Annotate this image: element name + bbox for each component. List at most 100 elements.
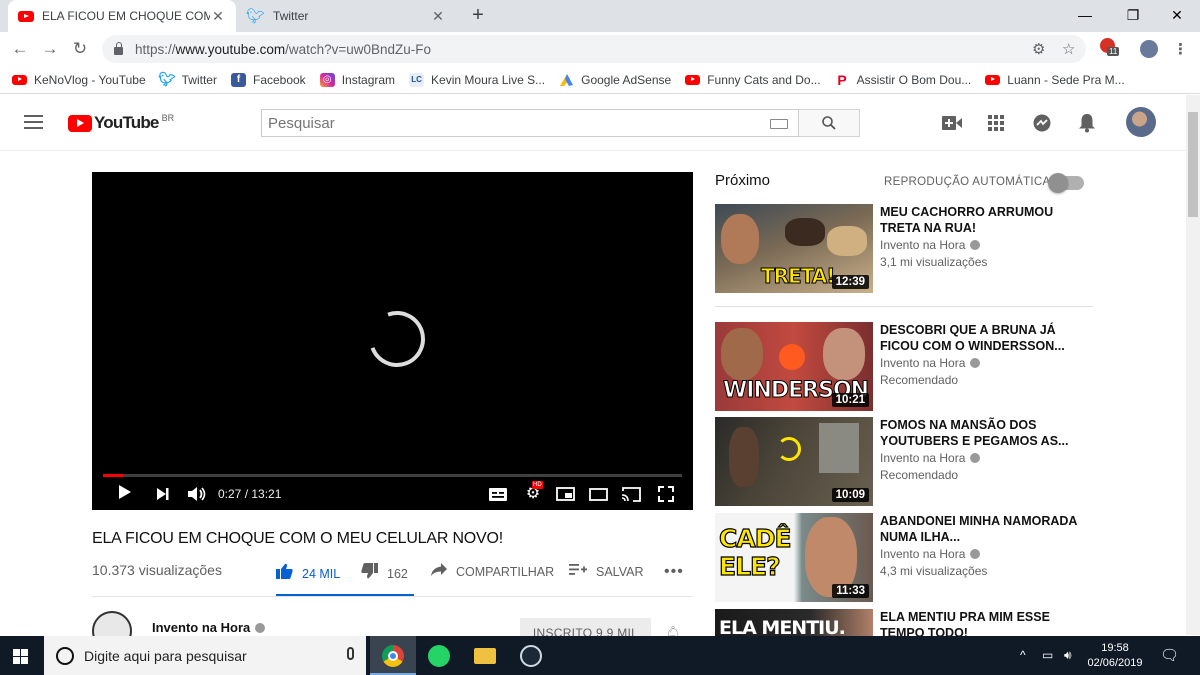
- dislike-button[interactable]: 162: [361, 563, 408, 584]
- search-input[interactable]: Pesquisar: [261, 109, 799, 137]
- recommended-channel: Invento na Hora: [880, 238, 981, 252]
- hamburger-menu-icon[interactable]: [24, 115, 43, 129]
- taskbar-steam[interactable]: [508, 636, 554, 675]
- forward-arrow-icon[interactable]: →: [38, 38, 62, 60]
- recommended-meta: 4,3 mi visualizações: [880, 564, 988, 578]
- video-thumbnail[interactable]: ELA MENTIU.: [715, 609, 873, 636]
- taskbar-chrome[interactable]: [370, 636, 416, 675]
- bookmark-google-adsense[interactable]: Google AdSense: [559, 73, 671, 87]
- close-window-button[interactable]: ✕: [1154, 0, 1200, 30]
- notifications-bell-icon[interactable]: [1076, 112, 1098, 134]
- microphone-icon[interactable]: [347, 647, 354, 660]
- video-title: ELA FICOU EM CHOQUE COM O MEU CELULAR NO…: [92, 530, 504, 547]
- search-icon: [822, 116, 836, 130]
- seek-bar-played: [103, 474, 123, 477]
- new-tab-button[interactable]: +: [466, 4, 490, 27]
- bookmark-facebook[interactable]: f Facebook: [230, 72, 306, 87]
- recommended-video[interactable]: ELA MENTIU. ELA MENTIU PRA MIM ESSE TEMP…: [715, 609, 1095, 636]
- profile-avatar[interactable]: [1140, 40, 1158, 58]
- show-hidden-icons-icon[interactable]: ^: [1020, 636, 1026, 675]
- youtube-masthead: YouTube BR Pesquisar: [0, 95, 1186, 151]
- bookmark-kenovlog[interactable]: KeNoVlog - YouTube: [12, 73, 146, 87]
- recommended-meta: Recomendado: [880, 373, 959, 387]
- recommended-title: DESCOBRI QUE A BRUNA JÁ FICOU COM O WIND…: [880, 323, 1065, 353]
- volume-icon[interactable]: 🔊︎: [1064, 636, 1072, 675]
- video-player[interactable]: 0:27 / 13:21 ⚙ HD: [92, 172, 693, 510]
- network-icon[interactable]: ▭: [1042, 636, 1053, 675]
- recommended-video[interactable]: TRETA! 12:39 MEU CACHORRO ARRUMOU TRETA …: [715, 204, 1095, 294]
- play-button[interactable]: [116, 484, 134, 504]
- recommended-video[interactable]: CADÊ ELE? 11:33 ABANDONEI MINHA NAMORADA…: [715, 513, 1095, 603]
- autoplay-toggle[interactable]: [1048, 173, 1084, 193]
- close-tab-icon[interactable]: ✕: [430, 8, 446, 25]
- recommended-video[interactable]: WINDERSON 10:21 DESCOBRI QUE A BRUNA JÁ …: [715, 322, 1095, 412]
- youtube-logo[interactable]: YouTube BR: [68, 113, 174, 133]
- scrollbar-thumb[interactable]: [1188, 112, 1198, 217]
- chrome-menu-icon[interactable]: ⋮: [1173, 40, 1188, 58]
- save-button[interactable]: SALVAR: [569, 563, 643, 581]
- create-video-icon[interactable]: [941, 112, 963, 134]
- settings-gear-icon[interactable]: ⚙ HD: [522, 481, 544, 504]
- tab-title: ELA FICOU EM CHOQUE COM O: [42, 9, 210, 23]
- messages-icon[interactable]: [1031, 112, 1053, 134]
- keyboard-icon[interactable]: [770, 119, 788, 129]
- tab-youtube-video[interactable]: ELA FICOU EM CHOQUE COM O ✕: [8, 0, 236, 32]
- divider: [715, 306, 1093, 307]
- view-count: 10.373 visualizações: [92, 562, 222, 578]
- youtube-favicon-icon: [18, 10, 34, 22]
- minimize-button[interactable]: —: [1062, 0, 1108, 30]
- back-arrow-icon[interactable]: ←: [8, 38, 32, 60]
- bookmark-funny-cats[interactable]: Funny Cats and Do...: [685, 73, 821, 87]
- cortana-icon: [56, 646, 74, 665]
- close-tab-icon[interactable]: ✕: [210, 8, 226, 25]
- miniplayer-button[interactable]: [554, 484, 576, 504]
- windows-taskbar: Digite aqui para pesquisar ^ ▭ 🔊︎ 19:58 …: [0, 636, 1200, 675]
- volume-button[interactable]: [186, 484, 208, 504]
- channel-name[interactable]: Invento na Hora: [152, 620, 266, 635]
- reload-icon[interactable]: ↻: [68, 38, 92, 60]
- url-scheme: https://: [135, 41, 176, 57]
- restore-button[interactable]: ❐: [1110, 0, 1156, 30]
- video-thumbnail[interactable]: WINDERSON 10:21: [715, 322, 873, 411]
- system-clock[interactable]: 19:58 02/06/2019: [1086, 641, 1144, 671]
- bookmark-twitter[interactable]: 🐦︎ Twitter: [158, 71, 217, 87]
- taskbar-search-input[interactable]: Digite aqui para pesquisar: [44, 636, 366, 675]
- lock-icon: [114, 42, 123, 55]
- account-avatar[interactable]: [1126, 107, 1156, 137]
- bookmark-label: Google AdSense: [581, 72, 672, 87]
- fullscreen-icon[interactable]: [655, 484, 677, 504]
- recommended-video[interactable]: 10:09 FOMOS NA MANSÃO DOS YOUTUBERS E PE…: [715, 417, 1095, 507]
- apps-grid-icon[interactable]: [985, 112, 1007, 134]
- action-center-icon[interactable]: 🗨︎: [1160, 636, 1179, 675]
- video-thumbnail[interactable]: CADÊ ELE? 11:33: [715, 513, 873, 602]
- bookmark-luann[interactable]: Luann - Sede Pra M...: [985, 73, 1125, 87]
- video-thumbnail[interactable]: 10:09: [715, 417, 873, 506]
- taskbar-file-explorer[interactable]: [462, 636, 508, 675]
- tab-title: Twitter: [273, 9, 309, 23]
- video-thumbnail[interactable]: TRETA! 12:39: [715, 204, 873, 293]
- bookmark-bom-doutor[interactable]: P Assistir O Bom Dou...: [835, 72, 971, 88]
- twitter-favicon-icon: 🐦︎: [246, 8, 266, 25]
- windows-start-icon[interactable]: [13, 649, 28, 664]
- bookmark-star-icon[interactable]: ☆: [1062, 40, 1075, 58]
- cast-icon[interactable]: [620, 484, 642, 504]
- clock-date: 02/06/2019: [1087, 657, 1143, 669]
- bookmark-label: KeNoVlog - YouTube: [34, 72, 146, 87]
- next-video-button[interactable]: [154, 484, 172, 504]
- search-button[interactable]: [799, 109, 860, 137]
- share-button[interactable]: COMPARTILHAR: [431, 563, 554, 581]
- bookmark-instagram[interactable]: ◎ Instagram: [319, 72, 395, 87]
- extension-icon[interactable]: 11: [1100, 38, 1120, 57]
- more-actions-icon[interactable]: •••: [664, 563, 684, 581]
- verified-check-icon: [970, 549, 981, 559]
- like-button[interactable]: 24 MIL: [276, 563, 340, 584]
- address-bar[interactable]: https://www.youtube.com/watch?v=uw0BndZu…: [102, 35, 1086, 63]
- subtitles-button[interactable]: [488, 484, 508, 504]
- taskbar-whatsapp[interactable]: [416, 636, 462, 675]
- seek-bar[interactable]: [103, 474, 682, 477]
- tab-twitter[interactable]: 🐦︎ Twitter ✕: [236, 0, 456, 32]
- site-settings-icon[interactable]: ⚙: [1032, 40, 1045, 58]
- bookmark-kevin-moura[interactable]: LC Kevin Moura Live S...: [409, 72, 545, 87]
- page-scrollbar[interactable]: [1186, 95, 1200, 635]
- theater-mode-button[interactable]: [587, 484, 609, 504]
